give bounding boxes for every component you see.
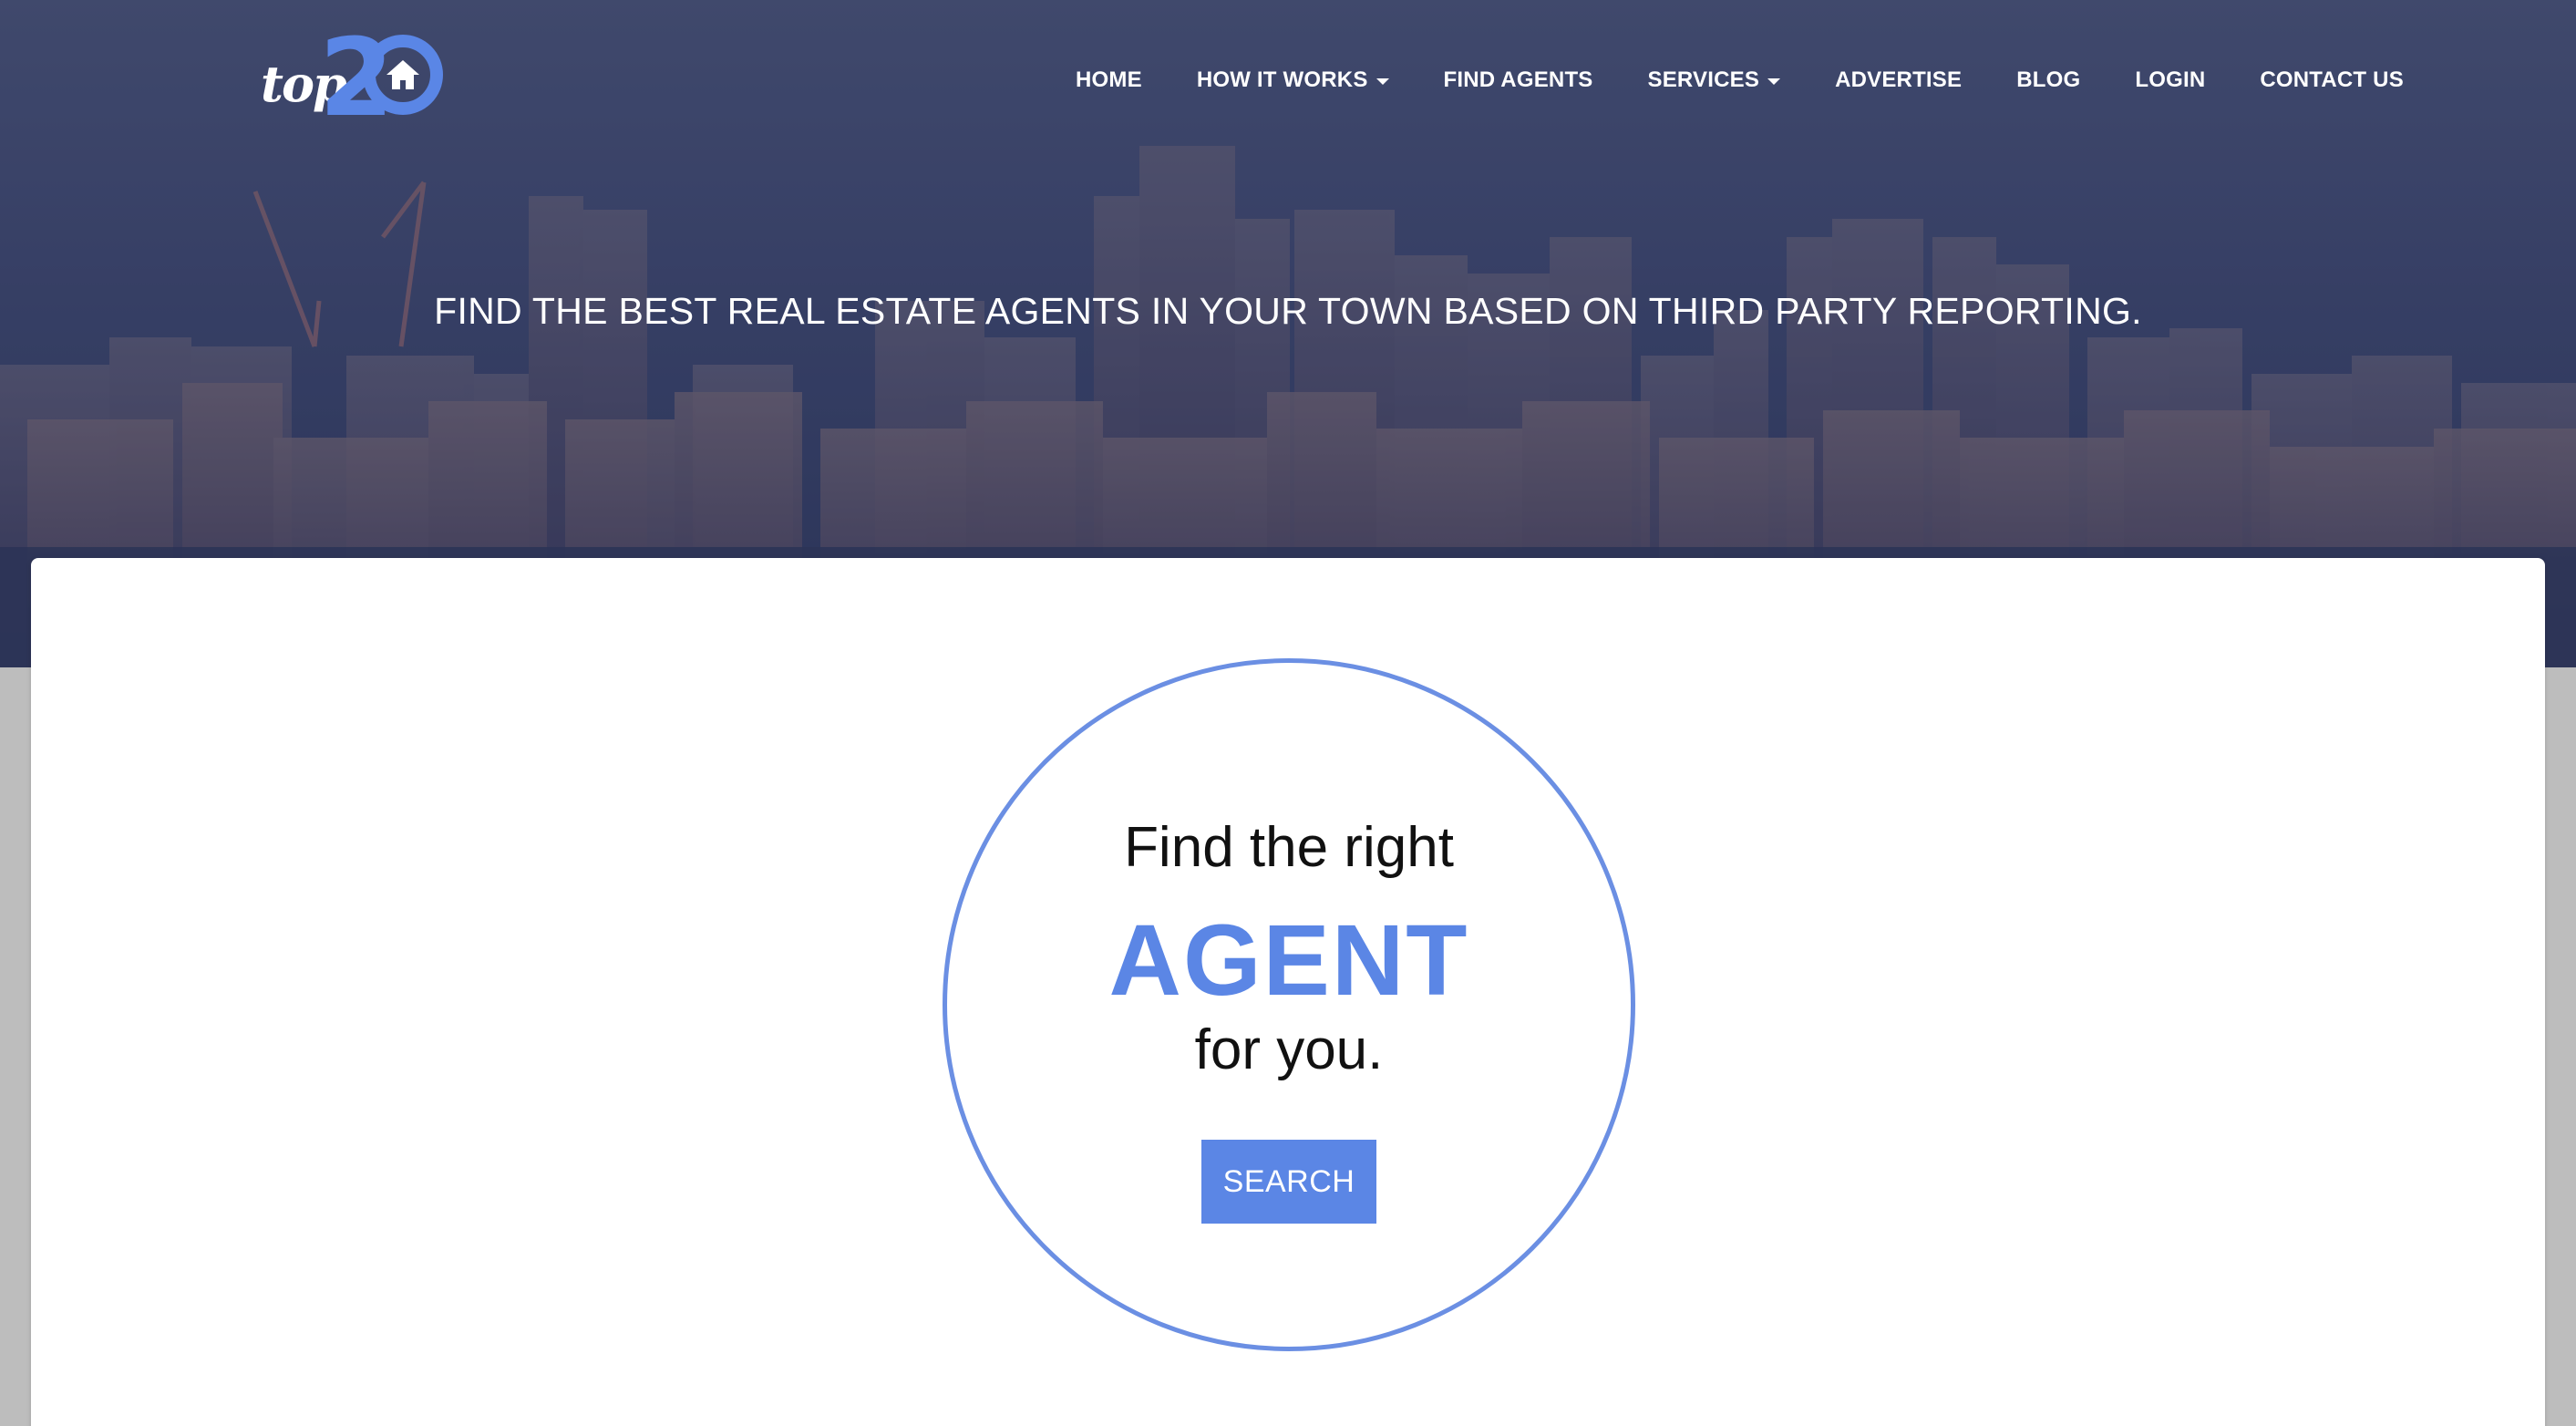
- house-icon: [386, 60, 419, 89]
- nav-contact-us[interactable]: CONTACT US: [2260, 67, 2404, 93]
- promo-line-agent: AGENT: [1108, 904, 1469, 1017]
- nav-services[interactable]: SERVICES: [1648, 67, 1781, 93]
- hero-tagline: FIND THE BEST REAL ESTATE AGENTS IN YOUR…: [434, 290, 2142, 332]
- nav-blog-label: BLOG: [2016, 67, 2081, 92]
- page: top 2 HOME HOW IT WORKS FIND AGENTS SERV…: [0, 0, 2576, 1426]
- nav-contact-us-label: CONTACT US: [2260, 67, 2404, 92]
- caret-down-icon: [1376, 78, 1389, 85]
- nav-advertise-label: ADVERTISE: [1835, 67, 1963, 92]
- nav-login-label: LOGIN: [2135, 67, 2206, 92]
- nav-how-it-works[interactable]: HOW IT WORKS: [1197, 67, 1389, 93]
- nav-home[interactable]: HOME: [1076, 67, 1142, 93]
- caret-down-icon: [1767, 78, 1781, 85]
- nav-find-agents-label: FIND AGENTS: [1443, 67, 1593, 92]
- nav-advertise[interactable]: ADVERTISE: [1835, 67, 1962, 93]
- nav-home-label: HOME: [1076, 67, 1142, 92]
- promo-line-for-you: for you.: [1194, 1018, 1384, 1081]
- main-nav: HOME HOW IT WORKS FIND AGENTS SERVICES A…: [1076, 64, 2404, 97]
- nav-find-agents[interactable]: FIND AGENTS: [1444, 67, 1593, 93]
- search-button[interactable]: SEARCH: [1201, 1140, 1376, 1224]
- nav-how-it-works-label: HOW IT WORKS: [1196, 67, 1368, 92]
- promo-line-find: Find the right: [1124, 816, 1454, 879]
- nav-services-label: SERVICES: [1647, 67, 1760, 92]
- site-logo[interactable]: top 2: [261, 24, 461, 140]
- nav-login[interactable]: LOGIN: [2135, 67, 2205, 93]
- nav-blog[interactable]: BLOG: [2016, 67, 2080, 93]
